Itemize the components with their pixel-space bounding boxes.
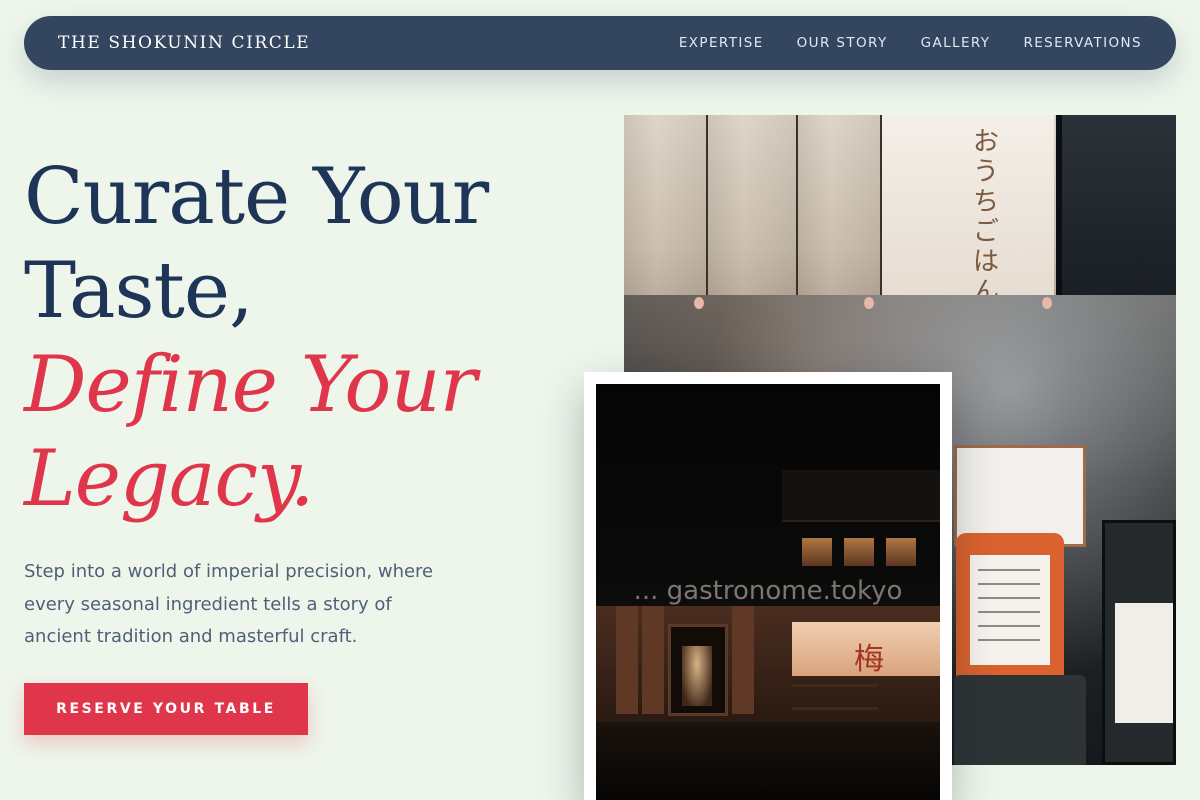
pot [954, 675, 1086, 765]
calligraphy-decoration: おうちごはん [972, 127, 999, 307]
menu-line [978, 583, 1040, 585]
photo-watermark: ... gastronome.tokyo [633, 576, 903, 606]
curtain-calligraphy-panel [882, 115, 1054, 295]
brick-pillar [642, 606, 664, 714]
lit-window [802, 538, 832, 566]
headline-accent-line-1: Define Your [24, 340, 477, 430]
menu-sheet [970, 555, 1050, 665]
top-navbar: THE SHOKUNIN CIRCLE EXPERTISE OUR STORY … [24, 16, 1176, 70]
sign-glyph: 梅 [854, 642, 888, 677]
side-menu-sheet [1115, 603, 1173, 723]
reserve-table-button[interactable]: RESERVE YOUR TABLE [24, 683, 308, 735]
headline-line-1: Curate Your [24, 152, 489, 242]
nav-link-reservations[interactable]: RESERVATIONS [1023, 35, 1142, 51]
menu-board [956, 533, 1064, 685]
nav-link-gallery[interactable]: GALLERY [921, 35, 991, 51]
roof [782, 470, 940, 522]
night-street-photo: 梅 ... gastronome.tokyo [596, 384, 940, 800]
menu-line [978, 611, 1040, 613]
side-menu-board [1102, 520, 1176, 765]
hero-headline: Curate Your Taste, Define Your Legacy. [24, 150, 584, 526]
headline-accent-line-2: Legacy. [24, 434, 315, 524]
headline-line-2: Taste, [24, 246, 254, 336]
hero-subtitle: Step into a world of imperial precision,… [24, 561, 434, 647]
bench [792, 684, 878, 710]
lit-window [886, 538, 916, 566]
brick-pillar [732, 606, 754, 714]
lit-window [844, 538, 874, 566]
curtain-panel [708, 115, 798, 300]
window-frame [1056, 115, 1176, 315]
lantern-icon [1042, 297, 1052, 309]
lantern-icon [694, 297, 704, 309]
brand-logo[interactable]: THE SHOKUNIN CIRCLE [58, 33, 310, 53]
nav-links: EXPERTISE OUR STORY GALLERY RESERVATIONS [679, 35, 1142, 51]
nav-link-expertise[interactable]: EXPERTISE [679, 35, 764, 51]
menu-line [978, 597, 1040, 599]
nav-link-our-story[interactable]: OUR STORY [797, 35, 888, 51]
curtain-panel [798, 115, 882, 300]
brick-pillar [616, 606, 638, 714]
page: THE SHOKUNIN CIRCLE EXPERTISE OUR STORY … [0, 0, 1200, 800]
whiteboard [954, 445, 1086, 547]
curtain-panel [624, 115, 708, 300]
menu-line [978, 625, 1040, 627]
menu-line [978, 639, 1040, 641]
night-street-photo-card: 梅 ... gastronome.tokyo [584, 372, 952, 800]
street [596, 722, 940, 800]
menu-line [978, 569, 1040, 571]
doorway-light [682, 646, 712, 706]
lantern-icon [864, 297, 874, 309]
